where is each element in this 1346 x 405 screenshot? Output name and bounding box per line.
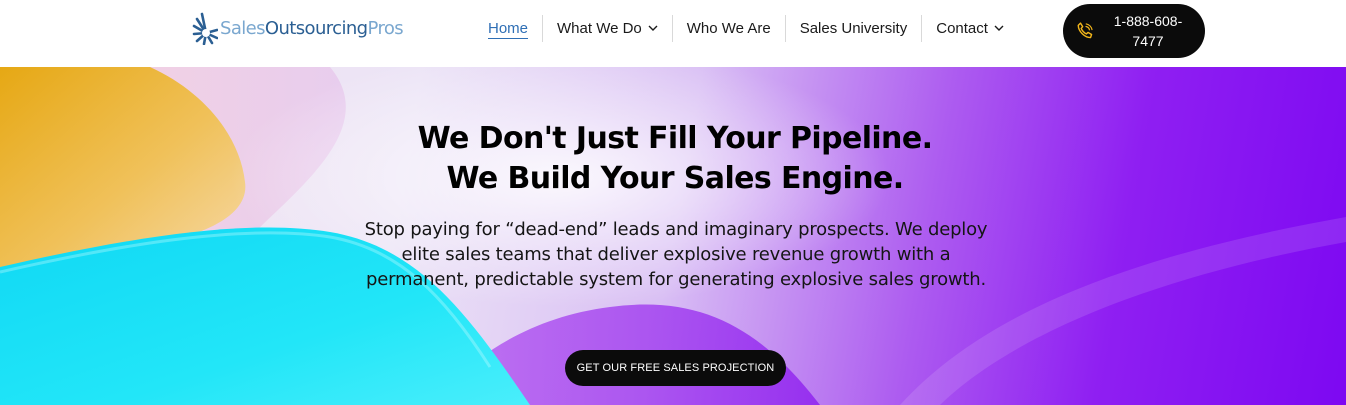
- nav-item-label: Sales University: [799, 19, 908, 37]
- hero-title-line1: We Don't Just Fill Your Pipeline.: [417, 121, 933, 156]
- chevron-down-icon: [648, 25, 658, 31]
- site-header: SalesOutsourcingPros Home What We Do Who…: [0, 0, 1346, 67]
- nav-item-label: What We Do: [557, 19, 642, 37]
- logo-text-sales: Sales: [220, 17, 266, 39]
- nav-item-what-we-do[interactable]: What We Do: [543, 14, 672, 42]
- phone-number-line2: 7477: [1132, 33, 1164, 49]
- nav-item-contact[interactable]: Contact: [922, 14, 1018, 42]
- hero-section: We Don't Just Fill Your Pipeline. We Bui…: [0, 67, 1346, 405]
- nav-item-who-we-are[interactable]: Who We Are: [673, 14, 785, 42]
- nav-item-label: Contact: [936, 19, 988, 37]
- nav-item-label: Home: [488, 19, 529, 37]
- nav-item-home[interactable]: Home: [474, 14, 542, 42]
- chevron-down-icon: [994, 25, 1004, 31]
- logo-wordmark: SalesOutsourcingPros: [220, 17, 404, 39]
- hero-title: We Don't Just Fill Your Pipeline. We Bui…: [300, 119, 1050, 199]
- main-nav: Home What We Do Who We Are Sales Univers…: [474, 14, 1018, 42]
- hero-subtitle: Stop paying for “dead-end” leads and ima…: [364, 219, 988, 290]
- phone-number: 1-888-608- 7477: [1101, 11, 1195, 51]
- phone-icon: [1077, 22, 1093, 39]
- nav-item-label: Who We Are: [686, 19, 771, 37]
- hero-title-line2: We Build Your Sales Engine.: [446, 161, 905, 196]
- site-logo[interactable]: SalesOutsourcingPros: [192, 9, 404, 47]
- phone-call-button[interactable]: 1-888-608- 7477: [1063, 4, 1205, 58]
- logo-text-pros: Pros: [367, 17, 404, 39]
- free-sales-projection-button[interactable]: GET OUR FREE SALES PROJECTION: [565, 350, 786, 386]
- nav-item-sales-university[interactable]: Sales University: [786, 14, 922, 42]
- logo-text-outsourcing: Outsourcing: [264, 17, 368, 39]
- burst-logo-icon: [192, 12, 218, 45]
- phone-number-line1: 1-888-608-: [1113, 13, 1183, 29]
